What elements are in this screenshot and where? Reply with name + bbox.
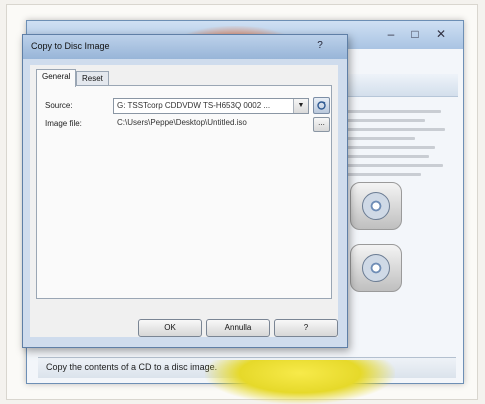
background-blurred-text bbox=[345, 110, 450, 182]
image-file-label: Image file: bbox=[45, 119, 82, 128]
dialog-title: Copy to Disc Image bbox=[31, 41, 110, 51]
maximize-icon[interactable]: □ bbox=[405, 27, 425, 41]
browse-button[interactable]: ... bbox=[313, 117, 330, 132]
dialog-body: General Reset Source: G: TSSTcorp CDDVDW… bbox=[30, 65, 338, 337]
ok-button[interactable]: OK bbox=[138, 319, 202, 337]
cancel-button[interactable]: Annulla bbox=[206, 319, 270, 337]
help-icon[interactable]: ? bbox=[313, 40, 327, 51]
minimize-icon[interactable]: – bbox=[381, 27, 401, 41]
source-label: Source: bbox=[45, 101, 73, 110]
refresh-button[interactable] bbox=[313, 97, 330, 114]
status-text: Copy the contents of a CD to a disc imag… bbox=[46, 362, 218, 372]
source-dropdown[interactable]: G: TSSTcorp CDDVDW TS-H653Q 0002 ... ▼ bbox=[113, 98, 309, 114]
copy-to-disc-image-dialog: Copy to Disc Image ? General Reset Sourc… bbox=[22, 34, 348, 348]
tab-general[interactable]: General bbox=[36, 69, 77, 87]
help-button[interactable]: ? bbox=[274, 319, 338, 337]
refresh-icon bbox=[317, 101, 326, 110]
disc-icon bbox=[362, 254, 390, 282]
general-tab-panel: Source: G: TSSTcorp CDDVDW TS-H653Q 0002… bbox=[36, 85, 332, 299]
background-ribbon bbox=[330, 74, 458, 97]
dialog-titlebar: Copy to Disc Image ? bbox=[23, 35, 347, 59]
disc-icon bbox=[362, 192, 390, 220]
image-file-path: C:\Users\Peppe\Desktop\Untitled.iso bbox=[117, 118, 247, 127]
wallpaper-yellow-glow bbox=[205, 360, 395, 404]
source-value: G: TSSTcorp CDDVDW TS-H653Q 0002 ... bbox=[117, 101, 271, 110]
tab-reset[interactable]: Reset bbox=[76, 71, 109, 86]
chevron-down-icon[interactable]: ▼ bbox=[293, 99, 308, 113]
burn-disc-button[interactable] bbox=[350, 182, 402, 230]
close-icon[interactable]: ✕ bbox=[431, 27, 451, 41]
copy-disc-button[interactable] bbox=[350, 244, 402, 292]
